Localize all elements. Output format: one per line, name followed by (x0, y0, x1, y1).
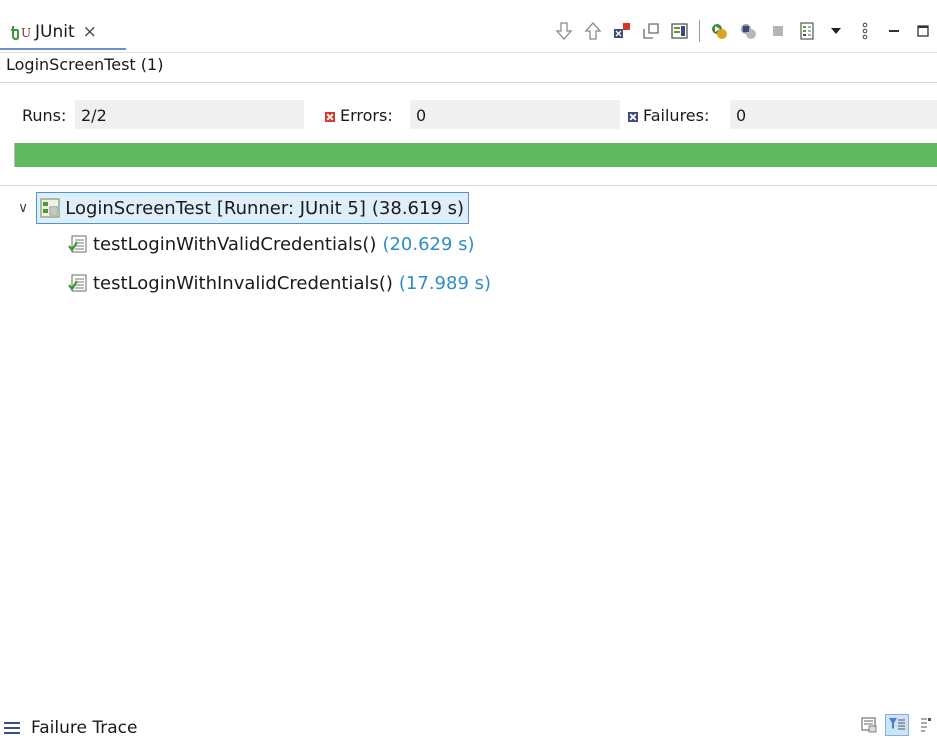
rerun-failed-first-icon[interactable] (736, 19, 761, 43)
tab-label: JUnit (35, 22, 75, 42)
error-icon (325, 111, 335, 122)
copy-trace-icon[interactable] (913, 714, 937, 736)
minimize-icon[interactable] (881, 19, 906, 43)
view-toolbar (549, 16, 937, 46)
junit-view: U JUnit × LoginScreenTest (1) Runs: 2/2 … (0, 0, 937, 738)
view-header: U JUnit × (0, 0, 937, 52)
tree-row-suite[interactable]: ∨ LoginScreenTest [Runner: JUnit 5] (38.… (18, 192, 470, 224)
test-passed-icon (68, 273, 88, 293)
progress-bar (14, 143, 937, 167)
runs-label: Runs: (22, 106, 67, 125)
show-skipped-only-icon[interactable] (638, 19, 663, 43)
scroll-lock-icon[interactable] (667, 19, 692, 43)
toolbar-separator (699, 20, 700, 42)
next-failure-icon[interactable] (551, 19, 576, 43)
test-label: testLoginWithInvalidCredentials() (93, 272, 393, 294)
runs-value: 2/2 (75, 100, 304, 129)
stack-trace-icon (4, 721, 21, 735)
test-run-history-icon[interactable] (794, 19, 819, 43)
maximize-icon[interactable] (910, 19, 935, 43)
compare-result-icon[interactable] (857, 714, 881, 736)
failures-value: 0 (730, 100, 937, 129)
failures-label: Failures: (643, 106, 710, 125)
errors-value: 0 (410, 100, 620, 129)
failure-icon (628, 111, 638, 122)
suite-duration: (38.619 s) (371, 197, 465, 219)
header-divider (0, 52, 937, 53)
previous-failure-icon[interactable] (580, 19, 605, 43)
errors-label: Errors: (340, 106, 393, 125)
tree-row-test[interactable]: testLoginWithInvalidCredentials() (17.98… (68, 267, 491, 299)
failure-trace-toolbar (853, 714, 937, 736)
show-failures-only-icon[interactable] (609, 19, 634, 43)
filter-stack-trace-icon[interactable] (885, 714, 909, 736)
failure-trace-bar: Failure Trace (0, 714, 937, 738)
test-passed-icon (68, 234, 88, 254)
svg-text:U: U (21, 26, 31, 40)
test-duration: (17.989 s) (398, 272, 492, 294)
close-icon[interactable]: × (83, 22, 97, 42)
test-duration: (20.629 s) (382, 233, 475, 255)
counter-panel: Runs: 2/2 Errors: 0 Failures: 0 (0, 100, 937, 130)
test-suite-icon (40, 198, 60, 218)
run-title: LoginScreenTest (1) (6, 55, 164, 74)
chevron-down-icon[interactable]: ∨ (18, 200, 28, 216)
test-label: testLoginWithValidCredentials() (93, 233, 377, 255)
history-dropdown-icon[interactable] (823, 19, 848, 43)
suite-label: LoginScreenTest [Runner: JUnit 5] (65, 197, 366, 219)
title-divider (0, 82, 937, 83)
progress-fill (15, 143, 937, 167)
stop-icon[interactable] (765, 19, 790, 43)
failure-trace-header: Failure Trace (4, 718, 137, 738)
junit-icon: U (10, 22, 32, 42)
tab-junit[interactable]: U JUnit × (0, 16, 126, 50)
tree-row-test[interactable]: testLoginWithValidCredentials() (20.629 … (68, 228, 475, 260)
failures-label-group: Failures: (628, 106, 709, 125)
suite-node[interactable]: LoginScreenTest [Runner: JUnit 5] (38.61… (36, 192, 470, 224)
failure-trace-label: Failure Trace (31, 718, 138, 738)
rerun-test-icon[interactable] (707, 19, 732, 43)
view-menu-icon[interactable] (852, 19, 877, 43)
errors-label-group: Errors: (325, 106, 393, 125)
progress-divider (0, 185, 937, 186)
